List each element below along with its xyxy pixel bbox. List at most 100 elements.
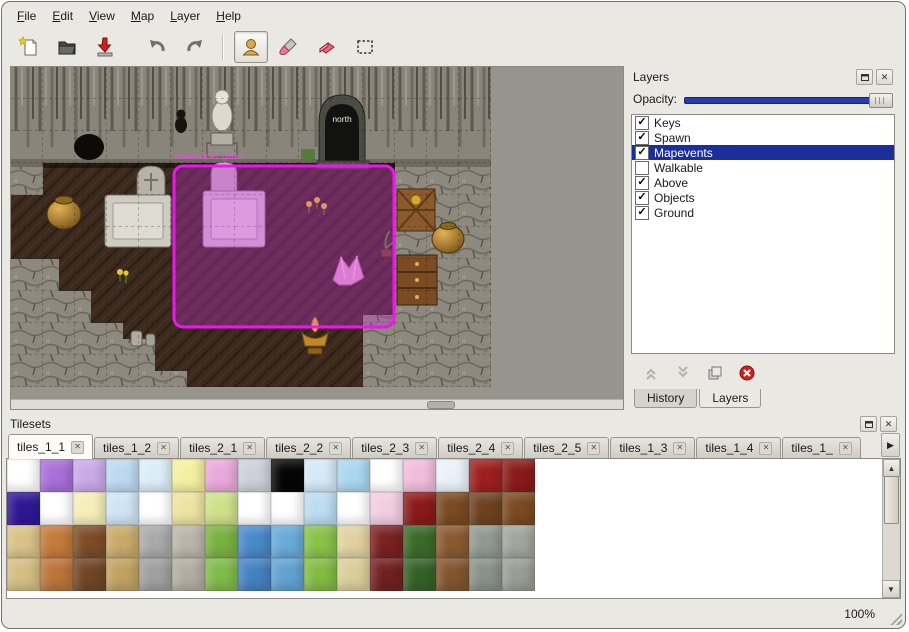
tileset-tile[interactable] (172, 525, 205, 558)
tileset-tile[interactable] (403, 459, 436, 492)
tileset-tile[interactable] (7, 459, 40, 492)
tab-close-icon[interactable]: ✕ (157, 442, 170, 455)
tileset-tile[interactable] (370, 459, 403, 492)
layer-row-ground[interactable]: Ground (632, 205, 894, 220)
layer-visibility-checkbox[interactable] (635, 191, 649, 205)
tab-history[interactable]: History (634, 389, 697, 408)
tileset-tab-tiles_1_[interactable]: tiles_1_✕ (782, 437, 860, 458)
tileset-tile[interactable] (271, 558, 304, 591)
tab-close-icon[interactable]: ✕ (329, 442, 342, 455)
tileset-tab-tiles_1_2[interactable]: tiles_1_2✕ (94, 437, 179, 458)
map-canvas[interactable]: north (11, 67, 491, 387)
tileset-tile[interactable] (502, 459, 535, 492)
tileset-tile[interactable] (337, 525, 370, 558)
layer-row-objects[interactable]: Objects (632, 190, 894, 205)
close-dock-icon[interactable]: ✕ (880, 416, 897, 432)
stamp-tool-button[interactable] (234, 31, 268, 63)
tab-layers[interactable]: Layers (699, 389, 761, 408)
tab-close-icon[interactable]: ✕ (243, 442, 256, 455)
map-viewport[interactable]: north (11, 67, 623, 399)
tileset-tile[interactable] (172, 459, 205, 492)
tileset-tile[interactable] (40, 525, 73, 558)
tileset-tile[interactable] (238, 525, 271, 558)
tileset-tile[interactable] (436, 459, 469, 492)
tileset-tile[interactable] (106, 459, 139, 492)
tileset-tile[interactable] (403, 525, 436, 558)
tileset-tile[interactable] (469, 558, 502, 591)
tileset-tile[interactable] (40, 558, 73, 591)
menu-map[interactable]: Map (124, 7, 161, 25)
tileset-tile[interactable] (73, 558, 106, 591)
tileset-vertical-scrollbar[interactable]: ▲ ▼ (882, 459, 900, 598)
tab-close-icon[interactable]: ✕ (839, 442, 852, 455)
move-layer-down-button[interactable] (673, 363, 693, 383)
vscroll-thumb[interactable] (884, 476, 899, 524)
save-button[interactable] (88, 31, 122, 63)
tileset-tile[interactable] (403, 492, 436, 525)
tileset-tile[interactable] (139, 459, 172, 492)
tileset-tile[interactable] (238, 459, 271, 492)
tileset-tile[interactable] (205, 525, 238, 558)
scroll-down-icon[interactable]: ▼ (882, 580, 900, 598)
tileset-tile[interactable] (7, 558, 40, 591)
tileset-tile[interactable] (337, 558, 370, 591)
tab-close-icon[interactable]: ✕ (501, 442, 514, 455)
tileset-tile[interactable] (139, 525, 172, 558)
menu-layer[interactable]: Layer (163, 7, 207, 25)
tab-close-icon[interactable]: ✕ (759, 442, 772, 455)
tileset-tile[interactable] (7, 492, 40, 525)
tileset-tile[interactable] (304, 558, 337, 591)
tileset-tile[interactable] (139, 492, 172, 525)
layer-row-walkable[interactable]: Walkable (632, 160, 894, 175)
float-dock-icon[interactable] (856, 69, 873, 85)
tileset-tile[interactable] (304, 459, 337, 492)
menu-edit[interactable]: Edit (45, 7, 80, 25)
menu-view[interactable]: View (82, 7, 122, 25)
tileset-tab-tiles_1_4[interactable]: tiles_1_4✕ (696, 437, 781, 458)
opacity-slider-handle[interactable] (869, 93, 893, 108)
layer-visibility-checkbox[interactable] (635, 161, 649, 175)
map-horizontal-scrollbar[interactable] (11, 399, 623, 409)
tile-grid[interactable] (7, 459, 535, 591)
eraser-tool-button[interactable] (310, 31, 344, 63)
tileset-tile[interactable] (304, 492, 337, 525)
tileset-tile[interactable] (304, 525, 337, 558)
tileset-tab-tiles_2_4[interactable]: tiles_2_4✕ (438, 437, 523, 458)
tileset-tab-tiles_2_2[interactable]: tiles_2_2✕ (266, 437, 351, 458)
delete-layer-button[interactable] (737, 363, 757, 383)
tileset-tile[interactable] (502, 558, 535, 591)
map-selection[interactable] (174, 166, 394, 327)
tileset-tile[interactable] (40, 459, 73, 492)
select-tool-button[interactable] (348, 31, 382, 63)
menu-help[interactable]: Help (209, 7, 248, 25)
tileset-tab-tiles_2_3[interactable]: tiles_2_3✕ (352, 437, 437, 458)
tileset-tile[interactable] (502, 492, 535, 525)
tab-scroll-right-button[interactable]: ▶ (881, 433, 900, 457)
tab-close-icon[interactable]: ✕ (673, 442, 686, 455)
tileset-tile[interactable] (106, 525, 139, 558)
tileset-tile[interactable] (337, 459, 370, 492)
layer-row-spawn[interactable]: Spawn (632, 130, 894, 145)
scroll-up-icon[interactable]: ▲ (883, 459, 900, 477)
float-dock-icon[interactable] (860, 416, 877, 432)
tileset-tile[interactable] (370, 492, 403, 525)
map-hscroll-thumb[interactable] (427, 401, 455, 409)
new-button[interactable] (12, 31, 46, 63)
layer-visibility-checkbox[interactable] (635, 176, 649, 190)
tileset-tile[interactable] (205, 459, 238, 492)
tileset-tile[interactable] (238, 492, 271, 525)
layer-row-above[interactable]: Above (632, 175, 894, 190)
tileset-tab-tiles_1_3[interactable]: tiles_1_3✕ (610, 437, 695, 458)
layer-row-mapevents[interactable]: Mapevents (632, 145, 894, 160)
tileset-tab-tiles_2_5[interactable]: tiles_2_5✕ (524, 437, 609, 458)
close-dock-icon[interactable]: ✕ (876, 69, 893, 85)
brush-tool-button[interactable] (272, 31, 306, 63)
tileset-tile[interactable] (238, 558, 271, 591)
tileset-tile[interactable] (271, 525, 304, 558)
tileset-tile[interactable] (73, 459, 106, 492)
tileset-tab-tiles_1_1[interactable]: tiles_1_1✕ (8, 434, 93, 459)
tileset-tile[interactable] (370, 558, 403, 591)
layer-list[interactable]: KeysSpawnMapeventsWalkableAboveObjectsGr… (631, 114, 895, 354)
menu-file[interactable]: File (10, 7, 43, 25)
tileset-tile[interactable] (205, 558, 238, 591)
